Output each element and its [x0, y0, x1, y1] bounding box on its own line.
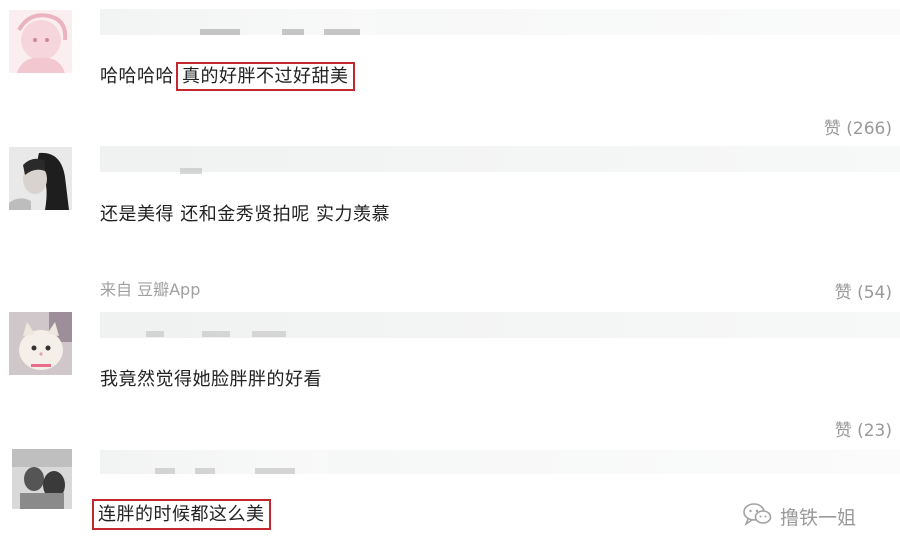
user-avatar[interactable]: [12, 449, 72, 509]
wechat-icon: [742, 501, 772, 532]
user-avatar[interactable]: [9, 147, 72, 210]
user-avatar[interactable]: [9, 312, 72, 375]
comment-text: 连胖的时候都这么美: [92, 499, 271, 530]
comment-text: 还是美得 还和金秀贤拍呢 实力羡慕: [100, 204, 390, 225]
comment-text: 哈哈哈哈 真的好胖不过好甜美: [100, 62, 355, 91]
like-count[interactable]: 赞 (23): [835, 416, 892, 441]
like-count[interactable]: 赞 (54): [835, 278, 892, 303]
username-redacted: [100, 146, 900, 174]
like-count[interactable]: 赞 (266): [824, 114, 892, 139]
user-avatar[interactable]: [9, 10, 72, 73]
username-bar-fade: [328, 450, 900, 474]
watermark-text: 撸铁一姐: [780, 506, 857, 529]
comment-text: 我竟然觉得她脸胖胖的好看: [100, 369, 322, 390]
username-redacted: [100, 9, 375, 35]
highlighted-text: 真的好胖不过好甜美: [176, 62, 355, 91]
watermark: 撸铁一姐: [742, 500, 856, 532]
highlighted-text: 连胖的时候都这么美: [92, 499, 271, 530]
username-bar-fade: [375, 9, 900, 35]
username-redacted: [100, 312, 900, 338]
username-redacted: [100, 450, 328, 474]
source-label: 来自 豆瓣App: [100, 280, 201, 299]
comment-text-plain: 哈哈哈哈: [100, 66, 174, 87]
